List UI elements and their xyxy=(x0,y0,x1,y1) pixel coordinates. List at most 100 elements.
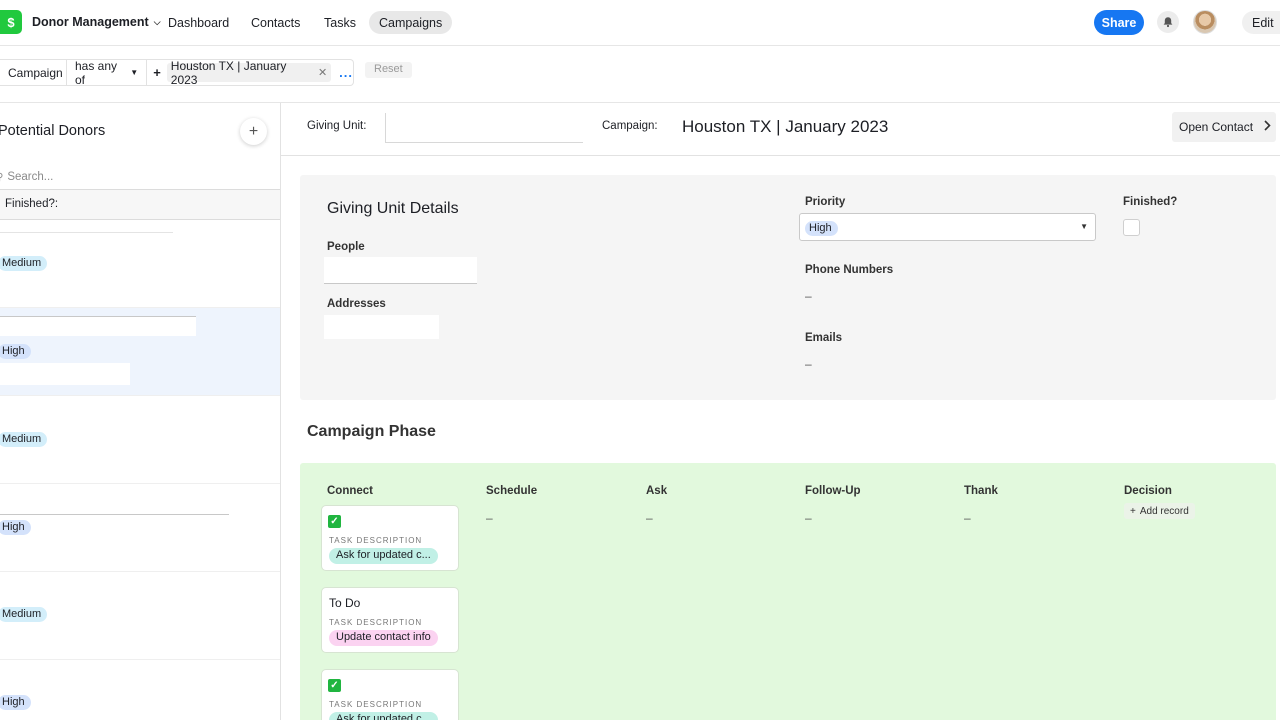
row-placeholder xyxy=(0,514,229,515)
task-description: Ask for updated c... xyxy=(329,712,438,720)
tab-contacts[interactable]: Contacts xyxy=(241,11,310,34)
priority-pill: High xyxy=(0,520,31,535)
reset-button[interactable]: Reset xyxy=(365,62,412,78)
caret-down-icon: ▼ xyxy=(1080,222,1088,231)
list-item[interactable]: Medium xyxy=(0,572,280,660)
list-item[interactable]: Medium xyxy=(0,220,280,308)
campaign-phase-board: Connect Schedule Ask Follow-Up Thank Dec… xyxy=(300,463,1276,720)
empty-cell: – xyxy=(964,511,971,525)
task-description-label: TASK DESCRIPTION xyxy=(329,700,423,709)
emails-label: Emails xyxy=(805,332,843,344)
task-card[interactable]: To Do TASK DESCRIPTION Update contact in… xyxy=(321,587,459,653)
priority-pill: High xyxy=(0,695,31,710)
column-decision: Decision xyxy=(1124,485,1172,497)
row-placeholder xyxy=(0,317,196,336)
add-record-label: Add record xyxy=(1139,505,1189,517)
emails-value: – xyxy=(805,357,812,371)
column-ask: Ask xyxy=(646,485,668,497)
campaign-phase-title: Campaign Phase xyxy=(307,423,436,440)
priority-pill: Medium xyxy=(0,607,48,622)
column-schedule: Schedule xyxy=(486,485,538,497)
filter-value-chip: Houston TX | January 2023 ✕ xyxy=(166,59,332,87)
addresses-field[interactable] xyxy=(324,315,439,339)
logo-glyph: $ xyxy=(7,14,15,30)
app-logo-icon[interactable]: $ xyxy=(0,10,22,34)
priority-pill: Medium xyxy=(0,432,48,447)
row-placeholder xyxy=(0,363,130,385)
task-description: Ask for updated c... xyxy=(329,548,438,564)
list-column-header: Finished?: xyxy=(0,189,280,220)
phone-numbers-value: – xyxy=(805,289,812,303)
giving-unit-details-card: Giving Unit Details People Addresses Pri… xyxy=(300,175,1276,400)
list-item[interactable]: High xyxy=(0,660,280,720)
panel-title: Potential Donors xyxy=(0,123,106,139)
open-contact-label: Open Contact xyxy=(1179,120,1254,134)
top-nav: $ Donor Management ⌵ Dashboard Contacts … xyxy=(0,0,1280,46)
column-connect: Connect xyxy=(327,485,373,497)
search-input[interactable] xyxy=(7,171,248,183)
tab-campaigns[interactable]: Campaigns xyxy=(369,11,453,34)
add-donor-button[interactable]: + xyxy=(240,118,267,145)
checkmark-icon: ✓ xyxy=(328,515,341,528)
edit-button[interactable]: Edit xyxy=(1242,11,1280,34)
giving-unit-label: Giving Unit: xyxy=(307,120,367,132)
people-label: People xyxy=(327,241,365,253)
empty-cell: – xyxy=(486,511,493,525)
plus-icon: + xyxy=(1130,505,1136,517)
app-title: Donor Management xyxy=(32,15,149,29)
filter-condition: Campaign has any of ▼ + Houston TX | Jan… xyxy=(0,58,354,87)
task-title: To Do xyxy=(329,596,361,610)
chevron-right-icon xyxy=(1263,120,1271,134)
record-header: Giving Unit: Campaign: Houston TX | Janu… xyxy=(281,103,1280,156)
tab-dashboard[interactable]: Dashboard xyxy=(158,11,239,34)
add-filter-value-button[interactable]: + xyxy=(147,60,167,85)
priority-label: Priority xyxy=(805,196,846,208)
task-description-label: TASK DESCRIPTION xyxy=(329,536,423,545)
open-contact-button[interactable]: Open Contact xyxy=(1172,112,1276,142)
task-card[interactable]: ✓ TASK DESCRIPTION Ask for updated c... xyxy=(321,669,459,720)
filter-operator-dropdown[interactable]: has any of ▼ xyxy=(67,58,148,87)
campaign-label: Campaign: xyxy=(602,120,658,132)
row-placeholder xyxy=(0,232,173,233)
add-record-button[interactable]: + Add record xyxy=(1124,503,1195,519)
campaign-value: Houston TX | January 2023 xyxy=(682,117,889,136)
tab-tasks[interactable]: Tasks xyxy=(314,11,366,34)
details-title: Giving Unit Details xyxy=(327,200,459,217)
list-item[interactable]: High xyxy=(0,484,280,572)
list-item[interactable]: High xyxy=(0,308,280,396)
addresses-label: Addresses xyxy=(327,298,386,310)
empty-cell: – xyxy=(646,511,653,525)
phone-numbers-label: Phone Numbers xyxy=(805,264,894,276)
priority-pill: High xyxy=(0,344,31,359)
filter-value: Houston TX | January 2023 xyxy=(170,58,287,87)
share-button[interactable]: Share xyxy=(1094,10,1144,35)
list-item[interactable]: Medium xyxy=(0,396,280,484)
column-thank: Thank xyxy=(964,485,998,497)
empty-cell: – xyxy=(805,511,812,525)
donor-list-panel: Potential Donors + ⚲ Finished?: Medium H… xyxy=(0,103,281,720)
task-description-label: TASK DESCRIPTION xyxy=(329,618,423,627)
giving-unit-field[interactable] xyxy=(385,113,583,143)
priority-pill: Medium xyxy=(0,256,48,271)
remove-icon[interactable]: ✕ xyxy=(318,66,327,79)
task-description: Update contact info xyxy=(329,630,438,646)
search-icon: ⚲ xyxy=(0,172,3,183)
filter-operator: has any of xyxy=(75,58,118,87)
priority-value: High xyxy=(805,221,838,236)
filter-bar: Campaign has any of ▼ + Houston TX | Jan… xyxy=(0,46,1280,103)
filter-field[interactable]: Campaign xyxy=(0,60,67,85)
bell-icon[interactable] xyxy=(1157,11,1179,33)
column-follow-up: Follow-Up xyxy=(805,485,861,497)
checkmark-icon: ✓ xyxy=(328,679,341,692)
caret-down-icon: ▼ xyxy=(130,68,139,77)
finished-checkbox[interactable] xyxy=(1123,219,1140,236)
task-card[interactable]: ✓ TASK DESCRIPTION Ask for updated c... xyxy=(321,505,459,571)
app-title-menu[interactable]: Donor Management ⌵ xyxy=(32,15,161,29)
user-avatar[interactable] xyxy=(1193,10,1217,34)
search-bar: ⚲ xyxy=(0,165,280,189)
finished-label: Finished? xyxy=(1123,196,1178,208)
people-field[interactable] xyxy=(324,257,477,284)
more-options-button[interactable]: ... xyxy=(339,65,353,80)
record-detail: Giving Unit: Campaign: Houston TX | Janu… xyxy=(281,103,1280,720)
priority-select[interactable]: High ▼ xyxy=(799,213,1096,241)
